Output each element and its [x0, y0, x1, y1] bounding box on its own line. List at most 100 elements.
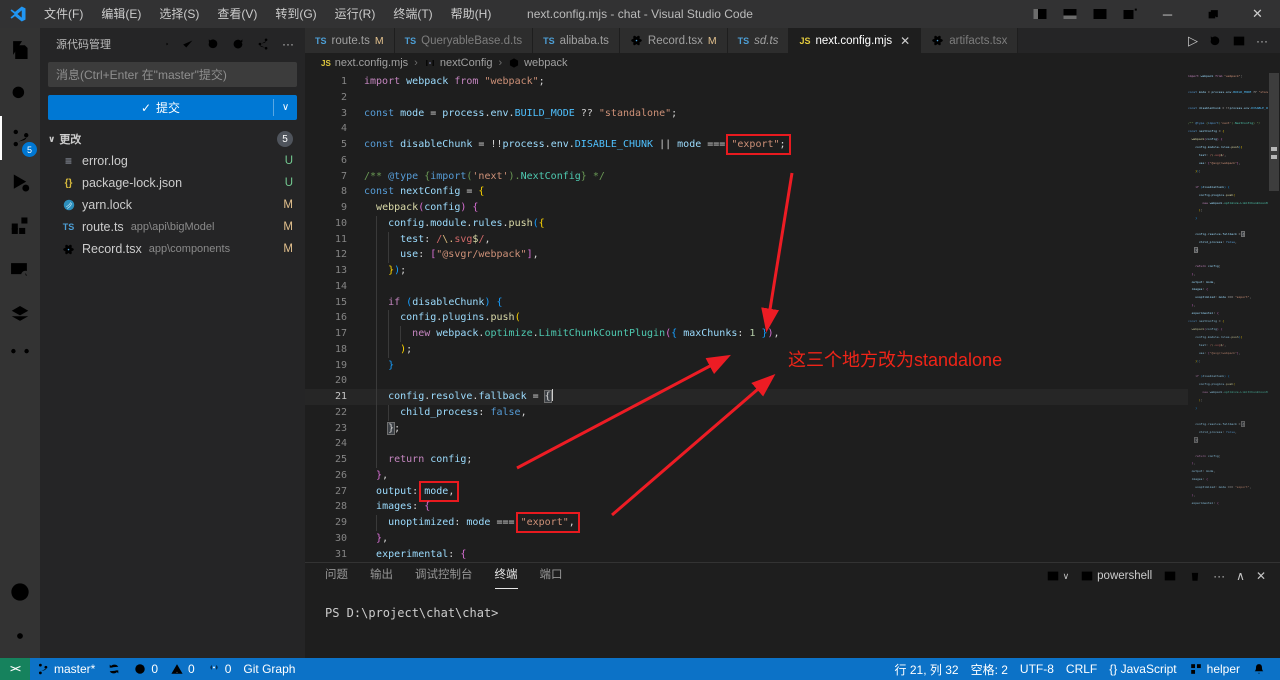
scm-file-error.log[interactable]: ≡ error.log U: [40, 150, 305, 172]
status-notifications-bell[interactable]: [1246, 658, 1272, 680]
panel-tab-调试控制台[interactable]: 调试控制台: [415, 563, 473, 589]
status-git-branch[interactable]: master*: [30, 658, 101, 680]
tab-Record.tsx[interactable]: Record.tsx M: [620, 28, 728, 53]
tab-next.config.mjs[interactable]: JSnext.config.mjs ✕: [789, 28, 921, 53]
check-icon: ✓: [141, 101, 151, 115]
code-line-17: 17 new webpack.optimize.LimitChunkCountP…: [305, 326, 1188, 342]
view-as-list-icon: [156, 37, 170, 51]
activity-account[interactable]: [0, 570, 40, 614]
activity-source-control[interactable]: 5: [0, 116, 40, 160]
status-git-graph[interactable]: Git Graph: [237, 658, 301, 680]
tab-sd.ts[interactable]: TSsd.ts: [728, 28, 790, 53]
menu-选择(S)[interactable]: 选择(S): [150, 0, 208, 28]
toggle-secondary-sidebar-icon[interactable]: [1085, 0, 1115, 28]
react-file-icon: [630, 34, 643, 47]
git-graph-icon[interactable]: [254, 35, 272, 53]
modified-badge: M: [708, 35, 717, 47]
maximize-panel-icon[interactable]: ∧: [1236, 569, 1245, 583]
customize-layout-icon[interactable]: [1115, 0, 1145, 28]
changes-section-header[interactable]: ∨ 更改 5: [40, 128, 305, 150]
activity-remote-explorer[interactable]: [0, 248, 40, 292]
commit-check-icon[interactable]: [179, 35, 197, 53]
more-actions-icon[interactable]: ···: [1213, 569, 1225, 583]
close-button[interactable]: ✕: [1235, 0, 1280, 28]
editor-tab-bar: TSroute.ts M TSQueryableBase.d.ts TSalib…: [305, 28, 1280, 53]
launch-profile-button[interactable]: ∨: [1046, 569, 1070, 583]
activity-run-and-debug[interactable]: [0, 160, 40, 204]
minimap[interactable]: import webpack from "webpack"; const mod…: [1188, 73, 1268, 562]
run-and-debug-icon: [9, 171, 31, 193]
status-warnings[interactable]: 0: [164, 658, 201, 680]
scm-file-package-lock.json[interactable]: {} package-lock.json U: [40, 172, 305, 194]
run-file-icon[interactable]: ▷: [1188, 33, 1198, 49]
javascript-file-icon: JS: [321, 59, 331, 68]
tab-alibaba.ts[interactable]: TSalibaba.ts: [533, 28, 620, 53]
status-eol[interactable]: CRLF: [1060, 658, 1103, 680]
activity-extensions[interactable]: [0, 204, 40, 248]
menu-文件(F)[interactable]: 文件(F): [35, 0, 92, 28]
scm-file-route.ts[interactable]: TS route.ts app\api\bigModel M: [40, 216, 305, 238]
scm-file-yarn.lock[interactable]: yarn.lock M: [40, 194, 305, 216]
line-number: 3: [305, 106, 364, 122]
code-editor[interactable]: 1import webpack from "webpack"; 2 3const…: [305, 73, 1280, 562]
status-ports-broadcast[interactable]: 0: [201, 658, 238, 680]
status-language-mode[interactable]: {} JavaScript: [1103, 658, 1182, 680]
breadcrumb-next.config.mjs[interactable]: JSnext.config.mjs: [321, 57, 408, 69]
restore-button[interactable]: [1190, 0, 1235, 28]
toggle-panel-icon[interactable]: [1055, 0, 1085, 28]
menu-查看(V)[interactable]: 查看(V): [208, 0, 266, 28]
code-line-11: 11 test: /\.svg$/,: [305, 232, 1188, 248]
close-tab-icon[interactable]: ✕: [900, 34, 910, 48]
code-line-1: 1import webpack from "webpack";: [305, 74, 1188, 90]
activity-layers[interactable]: [0, 292, 40, 336]
terminal-instance[interactable]: powershell: [1080, 569, 1152, 583]
breadcrumb-nextConfig[interactable]: nextConfig: [424, 57, 493, 69]
split-terminal-icon[interactable]: [1163, 569, 1177, 583]
history-icon[interactable]: [204, 35, 222, 53]
tab-route.ts[interactable]: TSroute.ts M: [305, 28, 395, 53]
status-encoding[interactable]: UTF-8: [1014, 658, 1060, 680]
panel-tab-输出[interactable]: 输出: [370, 563, 393, 589]
menu-终端(T)[interactable]: 终端(T): [384, 0, 441, 28]
panel-tab-端口[interactable]: 端口: [540, 563, 563, 589]
refresh-icon[interactable]: [229, 35, 247, 53]
activity-explorer[interactable]: [0, 28, 40, 72]
minimize-button[interactable]: ─: [1145, 0, 1190, 28]
activity-settings[interactable]: [0, 614, 40, 658]
tab-QueryableBase.d.ts[interactable]: TSQueryableBase.d.ts: [395, 28, 534, 53]
line-number: 2: [305, 90, 364, 106]
activity-tools[interactable]: [0, 336, 40, 380]
more-actions-icon[interactable]: ···: [279, 35, 297, 53]
commit-dropdown-chevron-icon[interactable]: ∨: [274, 102, 297, 113]
line-number: 29: [305, 515, 364, 531]
split-editor-icon[interactable]: [1232, 34, 1246, 48]
close-panel-icon[interactable]: ✕: [1256, 569, 1266, 583]
panel-tab-终端[interactable]: 终端: [495, 563, 518, 589]
more-actions-icon[interactable]: ···: [1256, 34, 1268, 48]
code-line-4: 4: [305, 121, 1188, 137]
terminal-prompt[interactable]: PS D:\project\chat\chat>: [325, 605, 1280, 621]
remote-indicator[interactable]: ><: [0, 658, 30, 680]
editor-scrollbar[interactable]: [1269, 73, 1279, 191]
menu-运行(R)[interactable]: 运行(R): [326, 0, 385, 28]
status-git-sync[interactable]: [101, 658, 127, 680]
status-helper-extension[interactable]: helper: [1183, 658, 1246, 680]
activity-search[interactable]: [0, 72, 40, 116]
commit-button[interactable]: ✓ 提交 ∨: [48, 95, 297, 120]
commit-message-input[interactable]: [48, 62, 297, 87]
tab-artifacts.tsx[interactable]: artifacts.tsx: [921, 28, 1018, 53]
status-errors[interactable]: 0: [127, 658, 164, 680]
status-indentation[interactable]: 空格: 2: [965, 658, 1014, 680]
view-as-list-icon[interactable]: [154, 35, 172, 53]
commit-check-icon: [181, 37, 195, 51]
status-cursor-position[interactable]: 行 21, 列 32: [889, 658, 965, 680]
toggle-sidebar-icon[interactable]: [1025, 0, 1055, 28]
breadcrumb-webpack[interactable]: webpack: [508, 57, 567, 69]
timeline-history-icon[interactable]: [1208, 34, 1222, 48]
kill-terminal-icon[interactable]: [1188, 569, 1202, 583]
scm-file-Record.tsx[interactable]: Record.tsx app\components M: [40, 238, 305, 260]
menu-编辑(E)[interactable]: 编辑(E): [92, 0, 150, 28]
panel-tab-问题[interactable]: 问题: [325, 563, 348, 589]
menu-转到(G)[interactable]: 转到(G): [266, 0, 325, 28]
menu-帮助(H)[interactable]: 帮助(H): [442, 0, 501, 28]
